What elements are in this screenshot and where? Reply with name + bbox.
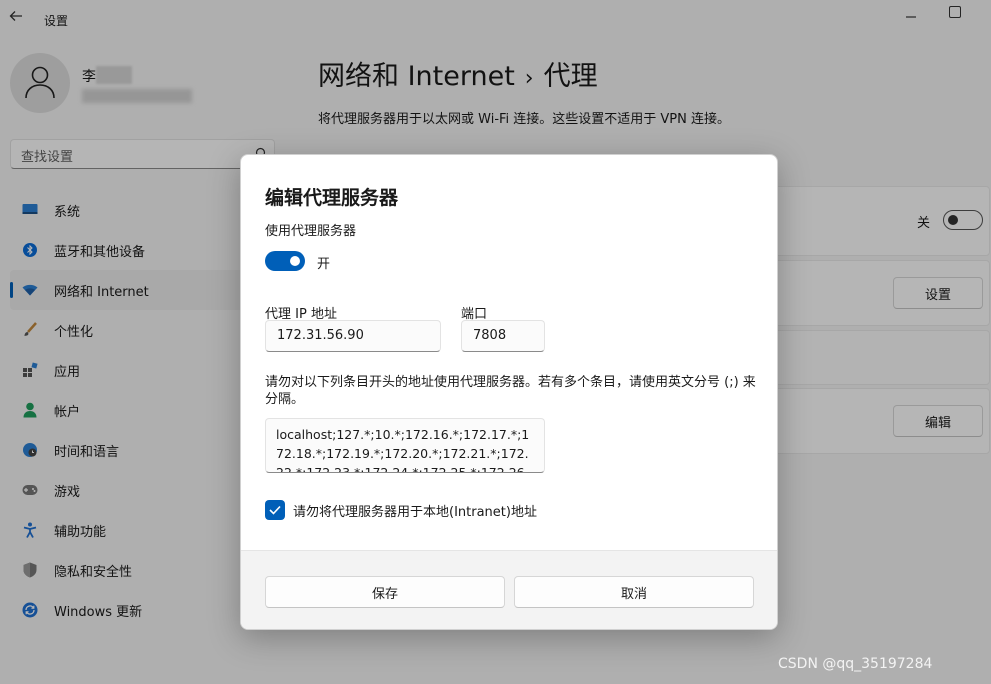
use-proxy-state-label: 开 <box>317 257 331 272</box>
edit-proxy-dialog: 编辑代理服务器 使用代理服务器 开 代理 IP 地址 端口 172.31.56.… <box>240 154 778 630</box>
save-button[interactable]: 保存 <box>265 576 505 608</box>
proxy-ip-input[interactable]: 172.31.56.90 <box>265 320 441 352</box>
cancel-button[interactable]: 取消 <box>514 576 754 608</box>
port-input[interactable]: 7808 <box>461 320 545 352</box>
use-proxy-label: 使用代理服务器 <box>265 224 357 239</box>
exclusions-textarea[interactable]: localhost;127.*;10.*;172.16.*;172.17.*;1… <box>265 418 545 473</box>
local-bypass-label[interactable]: 请勿将代理服务器用于本地(Intranet)地址 <box>293 501 537 520</box>
checkmark-icon <box>269 505 281 515</box>
use-proxy-toggle[interactable] <box>265 251 305 271</box>
watermark: CSDN @qq_35197284 <box>778 656 933 672</box>
exclusions-label: 请勿对以下列条目开头的地址使用代理服务器。若有多个条目，请使用英文分号 (;) … <box>265 375 756 407</box>
dialog-title: 编辑代理服务器 <box>265 187 399 209</box>
dialog-footer: 保存 取消 <box>241 550 777 629</box>
local-bypass-checkbox[interactable] <box>265 500 285 520</box>
